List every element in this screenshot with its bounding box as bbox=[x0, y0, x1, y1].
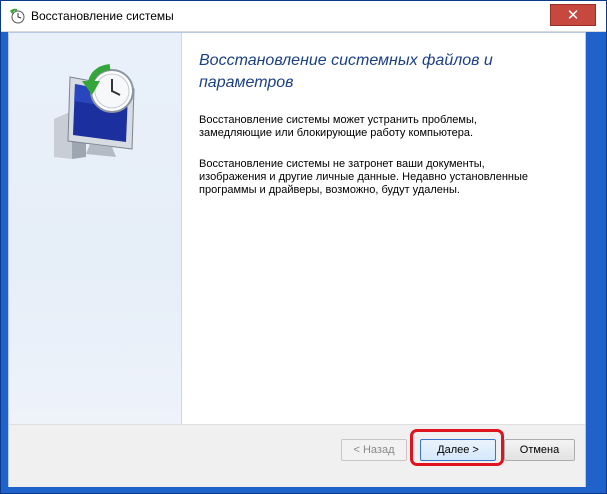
monitor-clock-restore-icon bbox=[54, 64, 135, 159]
window-title: Восстановление системы bbox=[31, 9, 174, 23]
button-bar: < Назад Далее > Отмена bbox=[9, 424, 585, 487]
wizard-body: Восстановление системных файлов и параме… bbox=[8, 32, 586, 487]
description-paragraph-2: Восстановление системы не затронет ваши … bbox=[199, 158, 528, 196]
description-paragraph-1: Восстановление системы может устранить п… bbox=[199, 114, 477, 139]
page-title: Восстановление системных файлов и параме… bbox=[199, 52, 493, 91]
system-restore-icon bbox=[10, 8, 25, 24]
cancel-button[interactable]: Отмена bbox=[504, 439, 575, 461]
close-icon: ✕ bbox=[566, 7, 580, 24]
back-button[interactable]: < Назад bbox=[341, 439, 407, 461]
next-button[interactable]: Далее > bbox=[420, 439, 496, 461]
close-button[interactable]: ✕ bbox=[550, 4, 596, 26]
content-area: Восстановление системных файлов и параме… bbox=[199, 50, 579, 215]
side-panel bbox=[9, 33, 182, 424]
title-bar[interactable]: Восстановление системы ✕ bbox=[1, 1, 606, 32]
system-restore-window: Восстановление системы ✕ Восстановление … bbox=[0, 0, 607, 494]
